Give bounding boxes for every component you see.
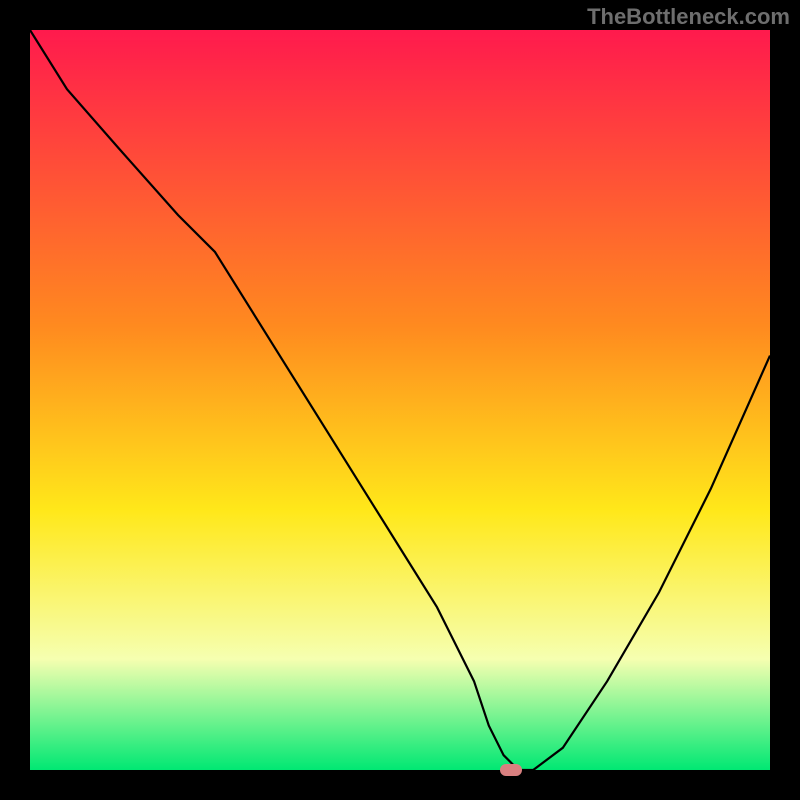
watermark-text: TheBottleneck.com [587, 4, 790, 30]
optimal-marker [500, 764, 522, 776]
plot-svg [30, 30, 770, 770]
gradient-background [30, 30, 770, 770]
chart-frame: TheBottleneck.com [0, 0, 800, 800]
plot-area [30, 30, 770, 770]
